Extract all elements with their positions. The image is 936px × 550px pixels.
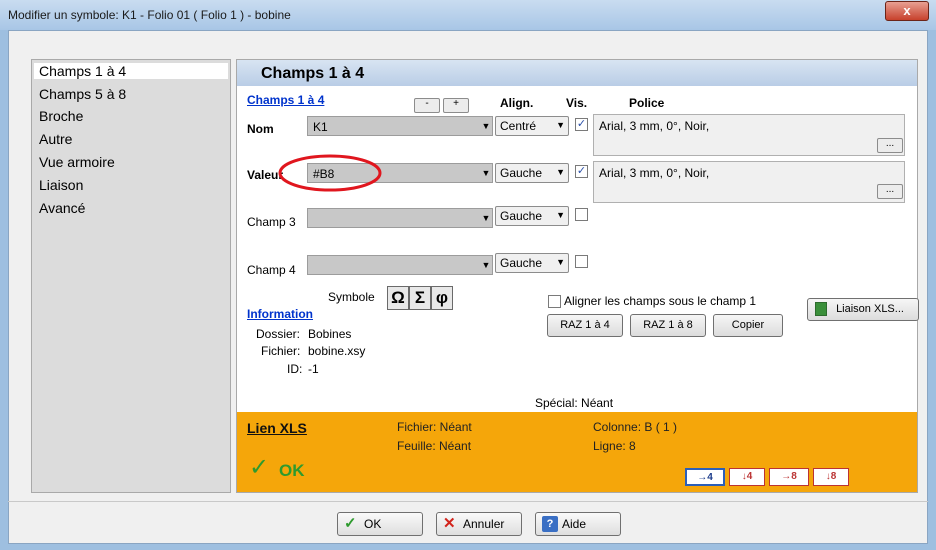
lien-xls-title: Lien XLS — [247, 420, 307, 436]
xls-ligne: Ligne: 8 — [593, 439, 636, 453]
info-id-key: ID: — [287, 362, 303, 376]
xls-colonne: Colonne: B ( 1 ) — [593, 420, 678, 434]
xls-feuille: Feuille: Néant — [397, 439, 472, 453]
phi-symbol-button[interactable]: φ — [431, 286, 453, 310]
panel-content: Champs 1 à 4 - + Align. Vis. Police Nom … — [237, 86, 919, 412]
sidebar-item-champs-1-4[interactable]: Champs 1 à 4 — [34, 63, 228, 79]
category-sidebar: Champs 1 à 4 Champs 5 à 8 Broche Autre V… — [31, 59, 231, 493]
help-button[interactable]: ? Aide — [535, 512, 621, 536]
champ3-visible-checkbox[interactable] — [575, 208, 588, 221]
nom-label: Nom — [247, 122, 274, 136]
champ3-align-value: Gauche — [500, 209, 543, 223]
nom-font-button[interactable]: ... — [877, 138, 903, 153]
info-dossier-value: Bobines — [308, 327, 352, 341]
cancel-label: Annuler — [463, 517, 505, 531]
copier-button[interactable]: Copier — [713, 314, 783, 337]
info-fichier-key: Fichier: — [261, 344, 301, 358]
champ3-label: Champ 3 — [247, 215, 296, 229]
champ4-label: Champ 4 — [247, 263, 296, 277]
champ4-visible-checkbox[interactable] — [575, 255, 588, 268]
chevron-down-icon[interactable]: ▼ — [479, 208, 493, 228]
close-button[interactable]: x — [885, 1, 929, 21]
align-fields-label: Aligner les champs sous le champ 1 — [564, 294, 757, 308]
chevron-down-icon[interactable]: ▼ — [479, 163, 493, 183]
align-header: Align. — [500, 96, 534, 110]
vis-header: Vis. — [566, 96, 588, 110]
nom-font-box: Arial, 3 mm, 0°, Noir, — [593, 114, 905, 156]
help-icon: ? — [542, 516, 558, 532]
champ3-align-select[interactable]: Gauche ▼ — [495, 206, 569, 226]
cancel-button[interactable]: ✕ Annuler — [436, 512, 522, 536]
valeur-align-select[interactable]: Gauche ▼ — [495, 163, 569, 183]
xls-fichier: Fichier: Néant — [397, 420, 472, 434]
info-fichier-value: bobine.xsy — [308, 344, 366, 358]
sigma-symbol-button[interactable]: Σ — [409, 286, 431, 310]
close-icon: ✕ — [443, 515, 456, 532]
valeur-visible-checkbox[interactable]: ✓ — [575, 165, 588, 178]
raz-1-4-button[interactable]: RAZ 1 à 4 — [547, 314, 623, 337]
chevron-down-icon[interactable]: ▼ — [479, 255, 493, 275]
title-bar: Modifier un symbole: K1 - Folio 01 ( Fol… — [0, 0, 936, 30]
chevron-down-icon[interactable]: ▼ — [479, 116, 493, 136]
nom-visible-checkbox[interactable]: ✓ — [575, 118, 588, 131]
excel-icon — [815, 302, 827, 316]
footer-separator — [8, 501, 928, 502]
sidebar-item-avance[interactable]: Avancé — [39, 200, 85, 216]
sidebar-item-champs-5-8[interactable]: Champs 5 à 8 — [39, 86, 126, 102]
help-label: Aide — [562, 517, 587, 531]
chevron-down-icon: ▼ — [556, 167, 565, 177]
chevron-down-icon: ▼ — [556, 257, 565, 267]
special-text: Spécial: Néant — [535, 396, 614, 410]
chevron-down-icon: ▼ — [556, 120, 565, 130]
nom-field[interactable]: K1 — [307, 116, 493, 136]
xls-down-8-button[interactable]: ↓8 — [813, 468, 849, 486]
main-panel: Champs 1 à 4 Champs 1 à 4 - + Align. Vis… — [236, 59, 919, 493]
section-link[interactable]: Champs 1 à 4 — [247, 93, 324, 107]
xls-down-4-button[interactable]: ↓4 — [729, 468, 765, 486]
minus-button[interactable]: - — [414, 98, 440, 113]
sidebar-item-autre[interactable]: Autre — [39, 131, 72, 147]
ok-label: OK — [364, 517, 382, 531]
valeur-font-text: Arial, 3 mm, 0°, Noir, — [599, 166, 710, 180]
dialog-window: Modifier un symbole: K1 - Folio 01 ( Fol… — [0, 0, 936, 550]
chevron-down-icon: ▼ — [556, 210, 565, 220]
sidebar-item-broche[interactable]: Broche — [39, 108, 83, 124]
ok-status: OK — [279, 461, 305, 480]
info-id-value: -1 — [308, 362, 319, 376]
window-title: Modifier un symbole: K1 - Folio 01 ( Fol… — [8, 8, 291, 22]
information-link[interactable]: Information — [247, 307, 313, 321]
sidebar-item-vue-armoire[interactable]: Vue armoire — [39, 154, 115, 170]
liaison-xls-label: Liaison XLS... — [836, 303, 904, 315]
champ3-field[interactable] — [307, 208, 493, 228]
panel-title: Champs 1 à 4 — [261, 65, 365, 82]
check-icon: ✓ — [249, 454, 270, 481]
champ4-align-select[interactable]: Gauche ▼ — [495, 253, 569, 273]
xls-right-4-button[interactable]: →4 — [685, 468, 725, 486]
nom-align-select[interactable]: Centré ▼ — [495, 116, 569, 136]
valeur-align-value: Gauche — [500, 166, 543, 180]
police-header: Police — [629, 96, 665, 110]
nom-font-text: Arial, 3 mm, 0°, Noir, — [599, 119, 710, 133]
omega-symbol-button[interactable]: Ω — [387, 286, 409, 310]
champ4-field[interactable] — [307, 255, 493, 275]
check-icon: ✓ — [344, 515, 357, 532]
plus-button[interactable]: + — [443, 98, 469, 113]
sidebar-item-liaison[interactable]: Liaison — [39, 177, 83, 193]
align-fields-checkbox[interactable] — [548, 295, 561, 308]
champ4-align-value: Gauche — [500, 256, 543, 270]
info-dossier-key: Dossier: — [256, 327, 301, 341]
annotation-circle — [278, 154, 382, 192]
valeur-font-button[interactable]: ... — [877, 184, 903, 199]
xls-link-bar: Lien XLS Fichier: Néant Feuille: Néant C… — [237, 412, 917, 492]
raz-1-8-button[interactable]: RAZ 1 à 8 — [630, 314, 706, 337]
symbole-label: Symbole — [328, 290, 375, 304]
panel-header: Champs 1 à 4 — [237, 60, 917, 86]
ok-button[interactable]: ✓ OK — [337, 512, 423, 536]
valeur-font-box: Arial, 3 mm, 0°, Noir, — [593, 161, 905, 203]
liaison-xls-button[interactable]: Liaison XLS... — [807, 298, 919, 321]
nom-align-value: Centré — [500, 119, 537, 133]
xls-right-8-button[interactable]: →8 — [769, 468, 809, 486]
